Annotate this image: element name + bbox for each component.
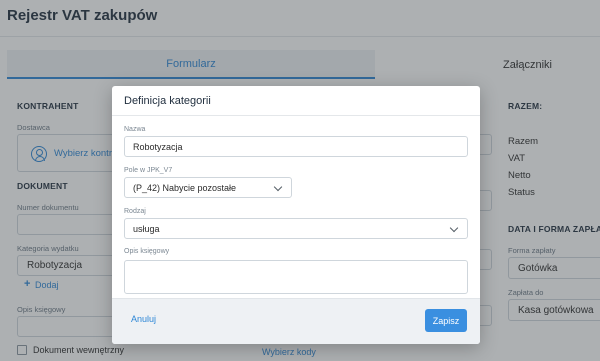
name-label: Nazwa <box>124 126 146 133</box>
dialog-title: Definicja kategorii <box>124 95 211 107</box>
jpk-field-label: Pole w JPK_V7 <box>124 167 173 174</box>
dialog-footer: Anuluj Zapisz <box>112 298 480 344</box>
name-input[interactable]: Robotyzacja <box>124 136 468 157</box>
chevron-down-icon <box>449 223 459 233</box>
save-button[interactable]: Zapisz <box>425 309 467 332</box>
jpk-field-value: (P_42) Nabycie pozostałe <box>133 183 237 193</box>
dialog-title-divider <box>112 115 480 116</box>
description-textarea[interactable] <box>124 260 468 294</box>
type-label: Rodzaj <box>124 208 146 215</box>
type-select[interactable]: usługa <box>124 218 468 239</box>
desc-label: Opis księgowy <box>124 248 170 255</box>
category-definition-dialog: Definicja kategorii Nazwa Robotyzacja Po… <box>112 86 480 344</box>
cancel-button[interactable]: Anuluj <box>131 314 156 324</box>
chevron-down-icon <box>273 182 283 192</box>
type-value: usługa <box>133 224 160 234</box>
jpk-field-select[interactable]: (P_42) Nabycie pozostałe <box>124 177 292 198</box>
